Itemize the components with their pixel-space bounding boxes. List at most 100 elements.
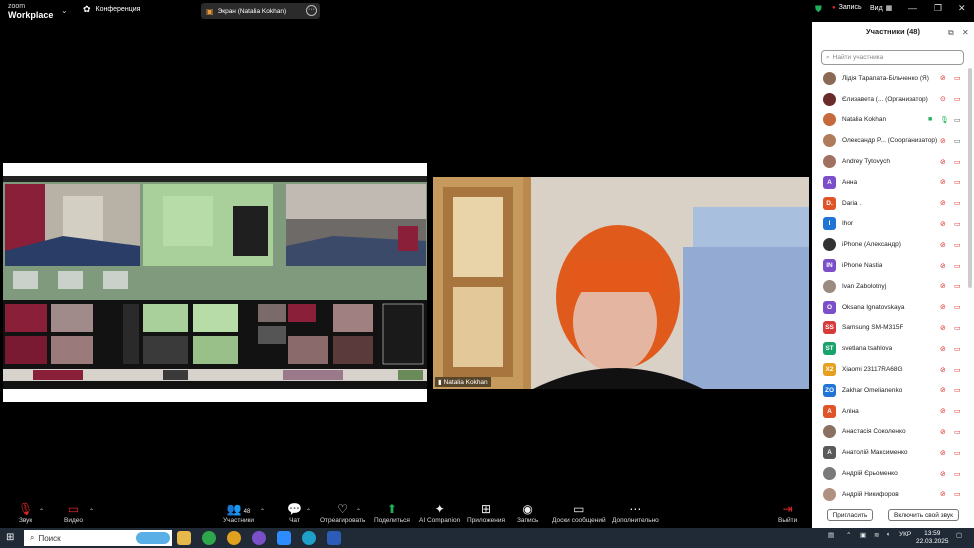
mic-muted-icon[interactable]: ⊘ bbox=[940, 490, 946, 498]
network-icon[interactable]: ≋ bbox=[874, 531, 879, 539]
video-button[interactable]: ▭ Видео bbox=[64, 502, 83, 524]
camera-off-icon[interactable]: ▭ bbox=[954, 199, 961, 207]
participant-row[interactable]: Andrey Tytovych ⊘ ▭ bbox=[812, 151, 967, 172]
record-button[interactable]: ◉ Запись bbox=[517, 502, 538, 524]
react-options-caret[interactable]: ⌃ bbox=[356, 508, 361, 515]
mic-muted-icon[interactable]: ⊘ bbox=[940, 303, 946, 311]
participant-row[interactable]: Ivan Zabolotnyj ⊘ ▭ bbox=[812, 276, 967, 297]
participant-row[interactable]: X2 Xiaomi 23117RA68G ⊘ ▭ bbox=[812, 359, 967, 380]
participant-row[interactable]: iPhone (Александр) ⊘ ▭ bbox=[812, 234, 967, 255]
camera-off-icon[interactable]: ▭ bbox=[954, 95, 961, 103]
participant-list-scrollbar[interactable] bbox=[968, 68, 972, 288]
maximize-button[interactable]: ❐ bbox=[934, 3, 942, 14]
recording-icon[interactable]: ⊙ bbox=[940, 95, 946, 103]
record-indicator[interactable]: ● Запись bbox=[832, 4, 862, 11]
participant-video[interactable]: ▮ Natalia Kokhan bbox=[433, 177, 809, 389]
mic-muted-icon[interactable]: ⊘ bbox=[940, 449, 946, 457]
camera-off-icon[interactable]: ▭ bbox=[954, 74, 961, 82]
participant-row[interactable]: Єлизавета (... (Организатор) ⊙ ▭ bbox=[812, 89, 967, 110]
camera-off-icon[interactable]: ▭ bbox=[954, 262, 961, 270]
camera-off-icon[interactable]: ▭ bbox=[954, 303, 961, 311]
participant-row[interactable]: Андрій Єрьоменко ⊘ ▭ bbox=[812, 463, 967, 484]
participant-row[interactable]: Natalia Kokhan 🎙 ▭ ■ bbox=[812, 110, 967, 131]
participants-options-caret[interactable]: ⌃ bbox=[260, 508, 265, 515]
windows-start-icon[interactable]: ⊞ bbox=[6, 532, 14, 543]
participant-row[interactable]: Андрій Никифоров ⊘ ▭ bbox=[812, 484, 967, 505]
mic-muted-icon[interactable]: ⊘ bbox=[940, 470, 946, 478]
mic-muted-icon[interactable]: ⊘ bbox=[940, 262, 946, 270]
unmute-self-button[interactable]: Включить свой звук bbox=[888, 509, 959, 521]
camera-on-icon[interactable]: ▭ bbox=[954, 116, 961, 124]
share-button[interactable]: ⬆ Поделиться bbox=[374, 502, 410, 524]
camera-off-icon[interactable]: ▭ bbox=[954, 220, 961, 228]
mic-muted-icon[interactable]: ⊘ bbox=[940, 282, 946, 290]
camera-off-icon[interactable]: ▭ bbox=[954, 345, 961, 353]
mic-muted-icon[interactable]: ⊘ bbox=[940, 407, 946, 415]
camera-off-icon[interactable]: ▭ bbox=[954, 449, 961, 457]
mic-muted-icon[interactable]: ⊘ bbox=[940, 324, 946, 332]
participant-row[interactable]: Лідія Тарапата-Більченко (Я) ⊘ ▭ bbox=[812, 68, 967, 89]
camera-off-icon[interactable]: ▭ bbox=[954, 386, 961, 394]
video-options-caret[interactable]: ⌃ bbox=[89, 508, 94, 515]
taskbar-clock[interactable]: 13:59 22.03.2025 bbox=[916, 530, 949, 546]
participant-row[interactable]: IN iPhone Nastia ⊘ ▭ bbox=[812, 255, 967, 276]
camera-off-icon[interactable]: ▭ bbox=[954, 490, 961, 498]
participant-row[interactable]: ZO Zakhar Omelianenko ⊘ ▭ bbox=[812, 380, 967, 401]
security-shield-icon[interactable]: ⛊ bbox=[815, 4, 822, 15]
participant-row[interactable]: Анастасія Соколенко ⊘ ▭ bbox=[812, 422, 967, 443]
mic-muted-icon[interactable]: ⊘ bbox=[940, 137, 946, 145]
tray-app-icon[interactable]: ▤ bbox=[828, 531, 834, 539]
file-explorer-icon[interactable] bbox=[177, 531, 191, 545]
mic-muted-icon[interactable]: ⊘ bbox=[940, 158, 946, 166]
participants-button[interactable]: 👥 48 Участники bbox=[223, 502, 254, 524]
edge-icon[interactable] bbox=[302, 531, 316, 545]
mic-muted-icon[interactable]: ⊘ bbox=[940, 178, 946, 186]
mic-muted-icon[interactable]: ⊘ bbox=[940, 345, 946, 353]
camera-off-icon[interactable]: ▭ bbox=[954, 178, 961, 186]
ai-companion-button[interactable]: ✦ AI Companion bbox=[419, 502, 460, 524]
audio-options-caret[interactable]: ⌃ bbox=[39, 508, 44, 515]
volume-icon[interactable]: ◖ bbox=[886, 531, 890, 538]
camera-off-icon[interactable]: ▭ bbox=[954, 407, 961, 415]
popout-icon[interactable]: ⧉ bbox=[948, 28, 954, 38]
mic-muted-icon[interactable]: ⊘ bbox=[940, 74, 946, 82]
chat-options-caret[interactable]: ⌃ bbox=[306, 508, 311, 515]
participant-search-input[interactable]: ⌕ Найти участника bbox=[821, 50, 964, 65]
participant-row[interactable]: А Анна ⊘ ▭ bbox=[812, 172, 967, 193]
mic-muted-icon[interactable]: ⊘ bbox=[940, 386, 946, 394]
participant-row[interactable]: SS Samsung SM-M315F ⊘ ▭ bbox=[812, 318, 967, 339]
camera-off-icon[interactable]: ▭ bbox=[954, 324, 961, 332]
participant-row[interactable]: А Анатолій Максименко ⊘ ▭ bbox=[812, 442, 967, 463]
participant-row[interactable]: ST svetlana tsahlova ⊘ ▭ bbox=[812, 338, 967, 359]
mic-muted-icon[interactable]: ⊘ bbox=[940, 428, 946, 436]
camera-off-icon[interactable]: ▭ bbox=[954, 282, 961, 290]
camera-off-icon[interactable]: ▭ bbox=[954, 241, 961, 249]
meeting-info-button[interactable]: ✿ Конференция bbox=[83, 4, 140, 15]
chevron-down-icon[interactable]: ⌄ bbox=[61, 6, 68, 15]
camera-off-icon[interactable]: ▭ bbox=[954, 158, 961, 166]
view-button[interactable]: Вид ▦ bbox=[870, 4, 892, 13]
tray-camera-icon[interactable]: ▣ bbox=[860, 531, 866, 539]
participant-row[interactable]: D. Daria . ⊘ ▭ bbox=[812, 193, 967, 214]
mic-muted-icon[interactable]: ⊘ bbox=[940, 220, 946, 228]
participant-row[interactable]: А Аліна ⊘ ▭ bbox=[812, 401, 967, 422]
mic-muted-icon[interactable]: ⊘ bbox=[940, 241, 946, 249]
shared-screen[interactable] bbox=[3, 163, 427, 402]
camera-off-icon[interactable]: ▭ bbox=[954, 428, 961, 436]
participant-row[interactable]: I Ihor ⊘ ▭ bbox=[812, 214, 967, 235]
chat-button[interactable]: 💬 Чат bbox=[287, 502, 302, 524]
more-button[interactable]: ⋯ Дополнительно bbox=[612, 502, 659, 524]
close-window-button[interactable]: ✕ bbox=[958, 3, 966, 14]
more-options-icon[interactable]: ··· bbox=[306, 5, 317, 16]
notification-icon[interactable]: ▢ bbox=[956, 531, 962, 539]
mic-muted-icon[interactable]: ⊘ bbox=[940, 199, 946, 207]
apps-button[interactable]: ⊞ Приложения bbox=[467, 502, 505, 524]
mic-muted-icon[interactable]: ⊘ bbox=[940, 366, 946, 374]
viber-icon[interactable] bbox=[252, 531, 266, 545]
invite-button[interactable]: Пригласить bbox=[827, 509, 873, 521]
word-icon[interactable] bbox=[327, 531, 341, 545]
audio-button[interactable]: 🎙 Звук bbox=[18, 502, 33, 524]
camera-off-icon[interactable]: ▭ bbox=[954, 470, 961, 478]
language-indicator[interactable]: УКР bbox=[899, 531, 911, 538]
leave-button[interactable]: ⇥ Выйти bbox=[778, 502, 797, 524]
